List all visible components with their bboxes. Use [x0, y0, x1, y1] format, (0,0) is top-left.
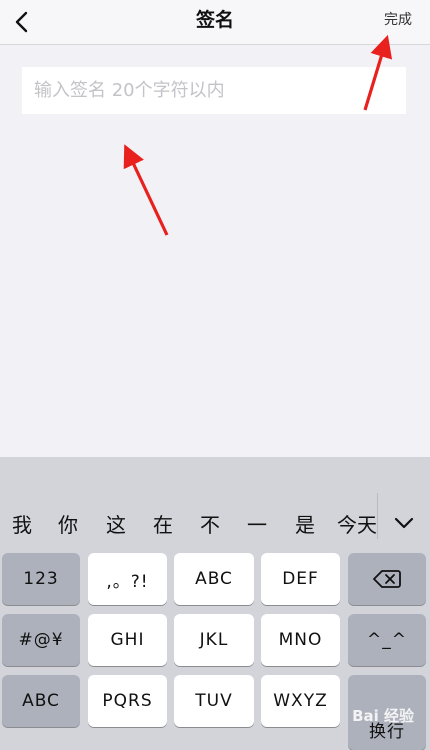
- candidate-word[interactable]: 不: [190, 507, 230, 543]
- arrow-to-input: [123, 144, 169, 236]
- key-ghi[interactable]: GHI: [88, 614, 167, 666]
- key-def[interactable]: DEF: [261, 553, 340, 605]
- key-numbers[interactable]: 123: [2, 553, 80, 605]
- delete-backspace-icon: [373, 570, 401, 588]
- key-abc-mode[interactable]: ABC: [2, 675, 80, 727]
- candidate-word[interactable]: 我: [2, 507, 42, 543]
- key-symbols[interactable]: #@¥: [2, 614, 80, 666]
- key-abc[interactable]: ABC: [174, 553, 254, 605]
- key-punctuation[interactable]: ,。?!: [88, 553, 167, 605]
- navigation-bar: 签名 完成: [0, 0, 430, 45]
- key-wxyz[interactable]: WXYZ: [261, 675, 340, 727]
- expand-candidates-button[interactable]: [384, 503, 424, 543]
- candidate-word[interactable]: 这: [96, 507, 136, 543]
- key-mno[interactable]: MNO: [261, 614, 340, 666]
- candidate-bar: 我 你 这 在 不 一 是 今天: [0, 457, 430, 545]
- key-pqrs[interactable]: PQRS: [88, 675, 167, 727]
- watermark: Bai 经验: [352, 707, 414, 725]
- keyboard: 我 你 这 在 不 一 是 今天 123 ,。?! ABC DEF #@¥ GH…: [0, 457, 430, 750]
- candidate-word[interactable]: 你: [48, 507, 88, 543]
- key-delete[interactable]: [348, 553, 426, 605]
- key-tuv[interactable]: TUV: [174, 675, 254, 727]
- candidate-word[interactable]: 在: [143, 507, 183, 543]
- candidate-divider: [377, 493, 378, 539]
- page-title: 签名: [195, 9, 234, 31]
- done-button[interactable]: 完成: [384, 0, 412, 40]
- candidate-list: 我 你 这 在 不 一 是 今天: [0, 507, 378, 543]
- candidate-word[interactable]: 是: [285, 507, 325, 543]
- candidate-word[interactable]: 一: [237, 507, 277, 543]
- candidate-word[interactable]: 今天: [337, 507, 378, 543]
- key-emoticon[interactable]: ^_^: [348, 614, 426, 666]
- key-jkl[interactable]: JKL: [174, 614, 254, 666]
- signature-input[interactable]: [22, 67, 406, 114]
- chevron-down-icon: [394, 517, 414, 529]
